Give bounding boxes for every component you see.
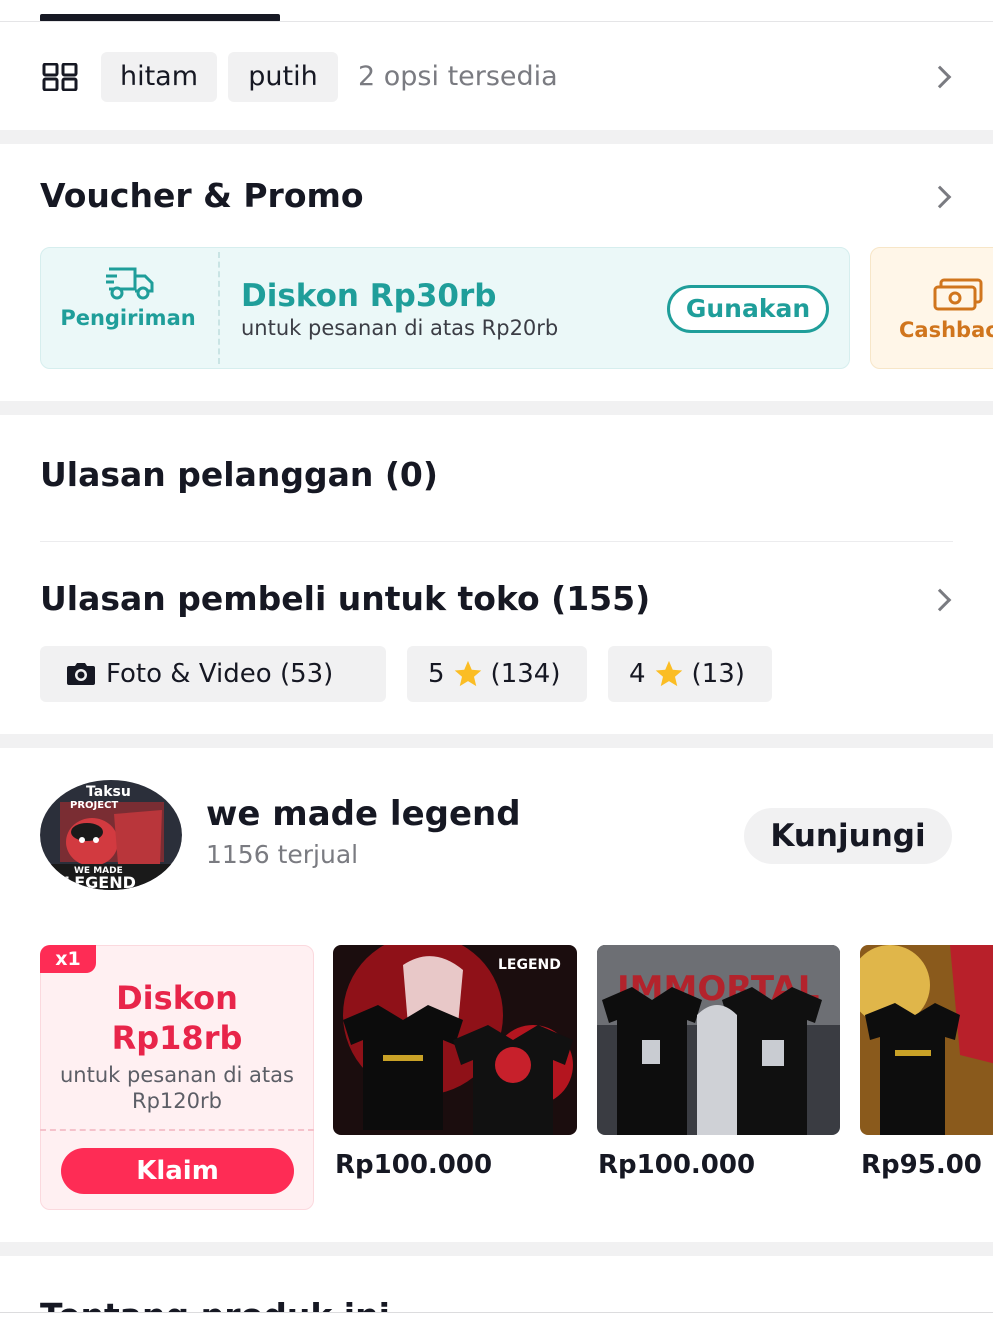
divider [40,541,953,542]
product-price: Rp100.000 [335,1150,493,1180]
voucher-quantity-tag: x1 [40,945,96,973]
avatar-brand-text: Taksu [86,784,131,800]
shop-voucher-title-line1: Diskon [116,979,238,1017]
bottom-mask [0,1312,993,1324]
voucher-chevron-icon[interactable] [928,185,952,209]
filter-five-star-value: 5 [428,659,445,689]
shipping-voucher-title: Diskon Rp30rb [241,278,497,314]
filter-photo-video-label: Foto & Video (53) [106,659,334,689]
filter-four-star[interactable]: 4 (13) [608,646,772,702]
filter-four-star-value: 4 [629,659,646,689]
cashback-voucher-type: Cashback [899,318,993,342]
section-gap [0,130,993,144]
filter-five-star[interactable]: 5 (134) [407,646,587,702]
star-icon [454,660,481,687]
cash-icon [933,278,983,311]
shop-voucher-divider [40,1129,314,1131]
filter-four-star-count: (13) [691,659,745,689]
section-gap [0,401,993,415]
product-price: Rp95.00 [861,1150,982,1180]
star-icon [655,660,682,687]
avatar-bottom-text-2: LEGEND [64,873,136,890]
shop-avatar[interactable]: Taksu PROJECT WE MADE LEGEND [40,780,182,890]
camera-icon [67,663,95,685]
visit-shop-button[interactable]: Kunjungi [744,808,952,864]
voucher-divider [218,252,220,364]
section-gap [0,734,993,748]
variant-chip-hitam[interactable]: hitam [101,52,217,102]
voucher-section-title: Voucher & Promo [40,176,364,215]
shop-name[interactable]: we made legend [206,794,521,834]
shop-reviews-title[interactable]: Ulasan pembeli untuk toko (155) [40,579,650,618]
shop-reviews-chevron-icon[interactable] [928,588,952,612]
product-price: Rp100.000 [598,1150,756,1180]
shop-sold-count: 1156 terjual [206,840,359,869]
truck-icon [106,267,154,300]
shipping-voucher-subtitle: untuk pesanan di atas Rp20rb [241,316,559,340]
variant-chevron-icon[interactable] [928,65,952,89]
product-image[interactable]: LEGEND [333,945,577,1135]
product-image-text: LEGEND [498,957,561,973]
shop-voucher-subtitle: untuk pesanan di atas Rp120rb [60,1063,294,1113]
filter-five-star-count: (134) [490,659,561,689]
shop-voucher-title: Diskon Rp18rb [40,978,314,1058]
customer-reviews-title: Ulasan pelanggan (0) [40,455,438,494]
filter-photo-video[interactable]: Foto & Video (53) [40,646,386,702]
variant-count: 2 opsi tersedia [358,61,558,92]
bottom-divider [0,1312,993,1313]
claim-voucher-button[interactable]: Klaim [61,1148,294,1194]
product-image[interactable]: IMMORTAL [597,945,840,1135]
section-gap [0,1242,993,1256]
grid-icon [42,63,78,91]
shipping-voucher-type: Pengiriman [60,306,196,330]
variant-chip-putih[interactable]: putih [228,52,338,102]
product-image[interactable] [860,945,993,1135]
tab-divider [0,21,993,22]
avatar-brand-sub: PROJECT [70,800,118,811]
use-voucher-button[interactable]: Gunakan [667,285,829,333]
shop-voucher-title-line2: Rp18rb [111,1019,243,1057]
